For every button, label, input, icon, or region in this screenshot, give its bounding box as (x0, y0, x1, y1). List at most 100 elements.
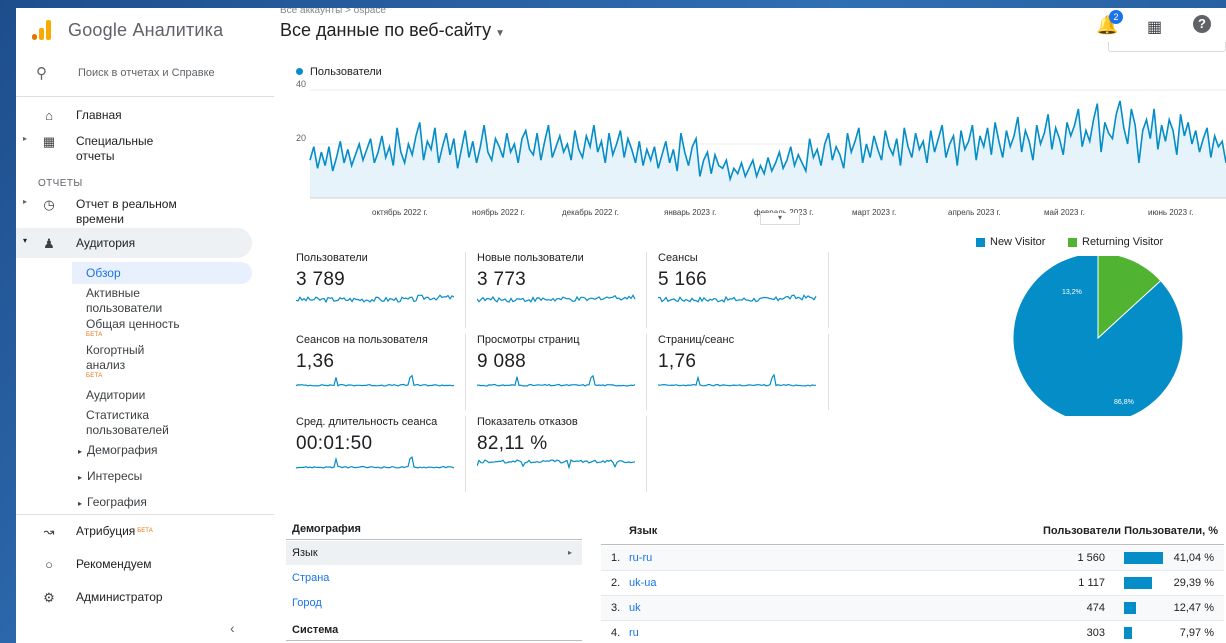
y-tick-label: 20 (296, 133, 306, 143)
scorecard-label: Сеансы (658, 252, 698, 264)
sidebar-item-recommended[interactable]: ○ Рекомендуем (16, 557, 274, 572)
card-divider (465, 252, 466, 328)
row-users-pct: 29,39 % (1173, 577, 1214, 589)
clock-icon: ◷ (43, 197, 55, 212)
column-header-language[interactable]: Язык (629, 525, 657, 537)
scorecard-label: Пользователи (296, 252, 368, 264)
row-language-link[interactable]: ru-ru (629, 552, 652, 564)
table-row[interactable]: 3. uk 474 12,47 % (601, 596, 1224, 621)
row-language-link[interactable]: ru (629, 627, 639, 639)
column-header-users-pct[interactable]: Пользователи, % (1124, 525, 1218, 537)
sidebar-item-user-explorer[interactable]: Статистика пользователей (86, 408, 206, 438)
row-number: 2. (611, 577, 621, 589)
legend-dot-icon (296, 68, 303, 75)
language-table-header: Язык Пользователи Пользователи, % (601, 523, 1224, 545)
row-users: 474 (1086, 602, 1105, 614)
column-header-users[interactable]: Пользователи (1043, 525, 1121, 537)
table-row[interactable]: 4. ru 303 7,97 % (601, 621, 1224, 643)
sidebar-item-audience[interactable]: ▾ ♟ Аудитория (16, 236, 274, 252)
sidebar-item-geo[interactable]: ▸ География (78, 495, 147, 511)
pie-legend-returning: Returning Visitor (1068, 236, 1163, 248)
sparkline-path (477, 294, 636, 303)
sidebar-item-interests[interactable]: ▸ Интересы (78, 469, 142, 485)
sparkline-path (658, 374, 816, 387)
card-divider (646, 334, 647, 410)
table-row[interactable]: 1. ru-ru 1 560 41,04 % (601, 546, 1224, 571)
scorecard[interactable]: Страниц/сеанс 1,76 (658, 334, 828, 406)
scorecard-label: Страниц/сеанс (658, 334, 735, 346)
scorecard[interactable]: Пользователи 3 789 (296, 252, 466, 324)
notification-count-badge: 2 (1109, 10, 1123, 24)
scorecard[interactable]: Сеансы 5 166 (658, 252, 828, 324)
demographics-item-country[interactable]: Страна (286, 566, 582, 590)
table-row[interactable]: 2. uk-ua 1 117 29,39 % (601, 571, 1224, 596)
date-range-selector[interactable] (1108, 42, 1226, 52)
sidebar-item-lifetime-value[interactable]: Общая ценность БЕТА (86, 317, 180, 339)
x-tick-label: декабрь 2022 г. (562, 208, 619, 217)
card-divider (646, 252, 647, 328)
sidebar-item-overview[interactable]: Обзор (86, 266, 121, 281)
chart-expand-toggle[interactable]: ▾ (760, 213, 800, 225)
scorecard[interactable]: Сеансов на пользователя 1,36 (296, 334, 466, 406)
row-users: 1 560 (1077, 552, 1105, 564)
search-input[interactable]: Поиск в отчетах и Справке (78, 67, 215, 79)
sidebar-item-attribution[interactable]: ↝ Атрибуция БЕТА (16, 524, 274, 540)
system-header: Система (286, 624, 582, 641)
x-tick-label: март 2023 г. (852, 208, 896, 217)
row-language-link[interactable]: uk (629, 602, 641, 614)
sidebar-search[interactable]: ⚲ Поиск в отчетах и Справке (36, 64, 215, 82)
scorecard-label: Показатель отказов (477, 416, 578, 428)
row-pct-bar (1124, 602, 1136, 614)
demographics-item-city[interactable]: Город (286, 591, 582, 615)
expand-arrow-icon: ▸ (78, 473, 83, 482)
x-tick-label: июнь 2023 г. (1148, 208, 1193, 217)
scorecard[interactable]: Новые пользователи 3 773 (477, 252, 647, 324)
scorecard-label: Новые пользователи (477, 252, 584, 264)
row-pct-bar (1124, 577, 1152, 589)
section-label-reports: ОТЧЕТЫ (38, 178, 83, 189)
sidebar-item-realtime[interactable]: ▸ ◷ Отчет в реальном времени (16, 197, 274, 227)
row-users: 303 (1086, 627, 1105, 639)
sidebar-item-demographics[interactable]: ▸ Демография (78, 443, 158, 459)
row-pct-bar (1124, 627, 1132, 639)
legend-swatch-icon (976, 237, 985, 247)
sidebar-item-audiences[interactable]: Аудитории (86, 388, 145, 403)
sidebar-item-cohort[interactable]: Когортный анализ БЕТА (86, 343, 166, 380)
app-title: Google Аналитика (68, 19, 224, 40)
card-divider (828, 334, 829, 410)
x-tick-label: май 2023 г. (1044, 208, 1085, 217)
chevron-right-icon: ▸ (567, 548, 572, 557)
collapse-sidebar-icon[interactable]: ‹ (230, 620, 235, 636)
sidebar-item-admin[interactable]: ⚙ Администратор (16, 590, 274, 606)
sidebar-item-home[interactable]: ⌂ Главная (16, 108, 274, 123)
visitor-pie-chart: 86,8% 13,2% (1012, 256, 1184, 416)
divider (16, 96, 274, 97)
sparkline-path (477, 374, 636, 387)
divider (16, 514, 274, 515)
header: Все аккаунты > ospace Все данные по веб-… (274, 8, 1226, 54)
breadcrumb[interactable]: Все аккаунты > ospace (280, 8, 386, 16)
scorecard[interactable]: Просмотры страниц 9 088 (477, 334, 647, 406)
scorecard[interactable]: Сред. длительность сеанса 00:01:50 (296, 416, 466, 488)
scorecard-value: 1,76 (658, 351, 697, 372)
sparkline (296, 374, 455, 387)
scorecard-value: 1,36 (296, 351, 335, 372)
home-icon: ⌂ (45, 108, 53, 123)
sparkline (658, 294, 817, 303)
sparkline-path (477, 458, 636, 470)
sparkline (658, 374, 816, 387)
sparkline-path (296, 456, 455, 469)
sidebar-item-active-users[interactable]: Активные пользователи (86, 286, 206, 316)
beta-badge: БЕТА (86, 332, 103, 338)
scorecard-value: 82,11 % (477, 433, 548, 454)
demographics-item-language[interactable]: Язык ▸ (286, 541, 582, 565)
logo[interactable]: Google Аналитика (30, 14, 223, 46)
apps-grid-icon[interactable]: ▦ (1147, 17, 1162, 37)
card-divider (465, 416, 466, 492)
x-tick-label: январь 2023 г. (664, 208, 716, 217)
sidebar-item-custom-reports[interactable]: ▸ ▦ Специальные отчеты (16, 134, 274, 164)
help-icon[interactable]: ? (1193, 15, 1211, 33)
row-language-link[interactable]: uk-ua (629, 577, 657, 589)
scorecard[interactable]: Показатель отказов 82,11 % (477, 416, 647, 488)
view-selector[interactable]: Все данные по веб-сайту ▼ (280, 20, 505, 41)
